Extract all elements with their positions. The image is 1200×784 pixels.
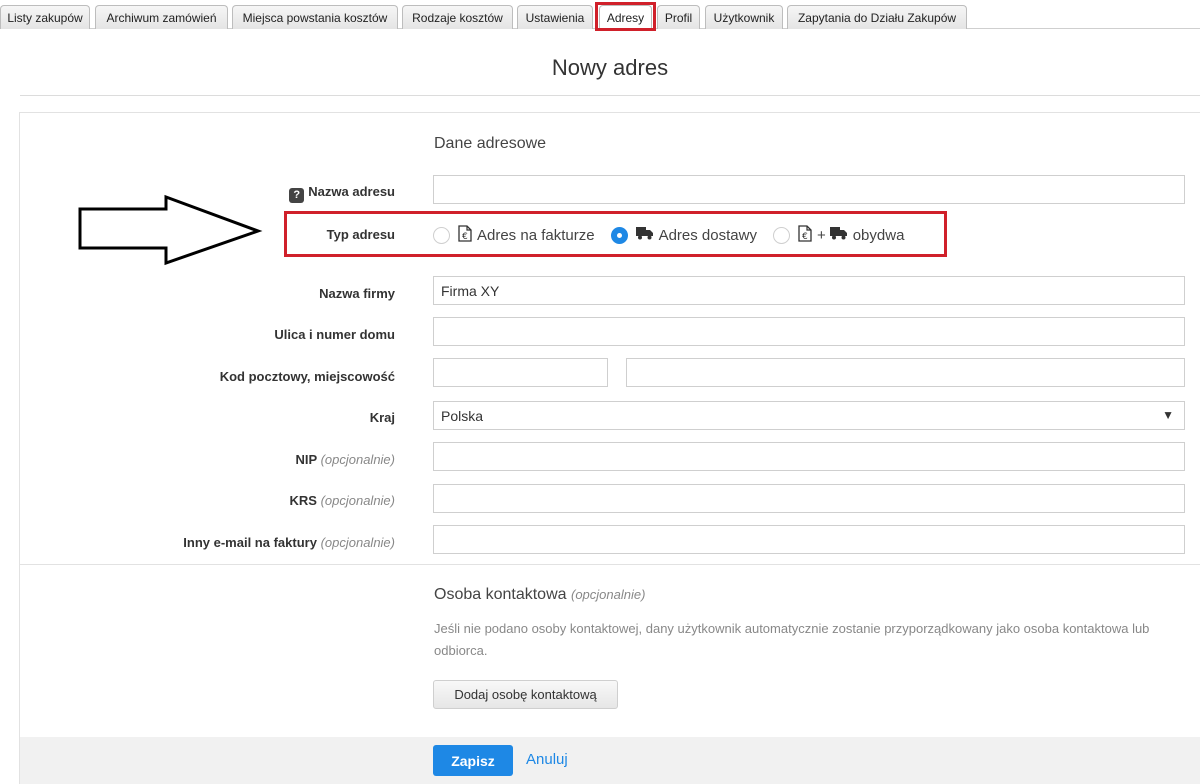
- invoice-icon: €: [458, 224, 472, 246]
- street-label: Ulica i numer domu: [274, 327, 395, 342]
- tab-miejsca-powstania-kosztow[interactable]: Miejsca powstania kosztów: [232, 5, 398, 29]
- cancel-link[interactable]: Anuluj: [526, 751, 568, 768]
- radio-both[interactable]: [772, 226, 790, 244]
- invoice-email-label-text: Inny e-mail na faktury: [183, 535, 317, 550]
- nip-optional-hint: (opcjonalnie): [320, 452, 395, 467]
- krs-label-text: KRS: [289, 493, 317, 508]
- radio-invoice[interactable]: [433, 226, 450, 244]
- krs-optional-hint: (opcjonalnie): [320, 493, 395, 508]
- address-type-both-label: obydwa: [852, 226, 905, 244]
- address-name-label-text: Nazwa adresu: [308, 184, 395, 199]
- tab-listy-zakupow[interactable]: Listy zakupów: [0, 5, 90, 29]
- invoice-email-label: Inny e-mail na faktury (opcjonalnie): [183, 535, 395, 550]
- country-select-value: Polska: [441, 407, 484, 424]
- country-label: Kraj: [369, 410, 395, 425]
- city-input[interactable]: [626, 358, 1185, 387]
- tab-zapytania[interactable]: Zapytania do Działu Zakupów: [787, 5, 967, 29]
- address-type-radio-group: € Adres na fakturze Adres dostawy € + ob…: [433, 224, 920, 246]
- form-footer: [20, 737, 1200, 784]
- page-title: Nowy adres: [551, 55, 669, 80]
- svg-text:€: €: [462, 232, 468, 242]
- tab-uzytkownik[interactable]: Użytkownik: [705, 5, 783, 29]
- save-button[interactable]: Zapisz: [433, 745, 513, 776]
- section-divider: [20, 564, 1200, 565]
- svg-text:€: €: [802, 232, 808, 242]
- invoice-icon: €: [798, 224, 812, 246]
- address-type-delivery-label: Adres dostawy: [658, 226, 757, 244]
- country-select[interactable]: Polska ▼: [433, 401, 1185, 430]
- company-name-input[interactable]: Firma XY: [433, 276, 1185, 305]
- address-name-label: ? Nazwa adresu: [289, 184, 395, 203]
- contact-section-heading: Osoba kontaktowa (opcjonalnie): [434, 586, 645, 604]
- radio-delivery[interactable]: [610, 226, 628, 244]
- dropdown-arrow-icon: ▼: [1162, 408, 1174, 422]
- nip-input[interactable]: [433, 442, 1185, 471]
- tab-bar: Listy zakupów Archiwum zamówień Miejsca …: [0, 0, 1200, 30]
- address-type-label: Typ adresu: [326, 227, 395, 242]
- postal-code-input[interactable]: [433, 358, 608, 387]
- add-contact-button[interactable]: Dodaj osobę kontaktową: [433, 680, 618, 709]
- address-section-heading: Dane adresowe: [434, 135, 547, 152]
- company-name-label: Nazwa firmy: [319, 286, 395, 301]
- address-type-invoice-option[interactable]: € Adres na fakturze: [433, 224, 595, 246]
- invoice-email-optional-hint: (opcjonalnie): [320, 535, 395, 550]
- postal-city-label: Kod pocztowy, miejscowość: [219, 369, 395, 384]
- nip-label: NIP (opcjonalnie): [296, 452, 396, 467]
- address-type-both-option[interactable]: € + obydwa: [772, 224, 905, 246]
- tab-profil[interactable]: Profil: [657, 5, 700, 29]
- address-name-input[interactable]: [433, 175, 1185, 204]
- help-icon[interactable]: ?: [289, 187, 305, 203]
- contact-heading-text: Osoba kontaktowa: [434, 586, 567, 603]
- address-type-invoice-label: Adres na fakturze: [477, 226, 595, 244]
- contact-optional-hint: (opcjonalnie): [570, 587, 646, 602]
- truck-icon: [635, 226, 654, 244]
- krs-input[interactable]: [433, 484, 1185, 513]
- tab-archiwum-zamowien[interactable]: Archiwum zamówień: [95, 5, 228, 29]
- contact-description: Jeśli nie podano osoby kontaktowej, dany…: [434, 621, 1150, 658]
- tab-rodzaje-kosztow[interactable]: Rodzaje kosztów: [402, 5, 513, 29]
- nip-label-text: NIP: [295, 452, 317, 467]
- plus-sign: +: [816, 226, 826, 244]
- address-type-delivery-option[interactable]: Adres dostawy: [610, 226, 757, 244]
- tab-ustawienia[interactable]: Ustawienia: [517, 5, 593, 29]
- title-divider: [20, 95, 1200, 96]
- tab-adresy[interactable]: Adresy: [599, 5, 652, 30]
- street-input[interactable]: [433, 317, 1185, 346]
- krs-label: KRS (opcjonalnie): [289, 493, 395, 508]
- invoice-email-input[interactable]: [433, 525, 1185, 554]
- truck-icon: [829, 226, 848, 244]
